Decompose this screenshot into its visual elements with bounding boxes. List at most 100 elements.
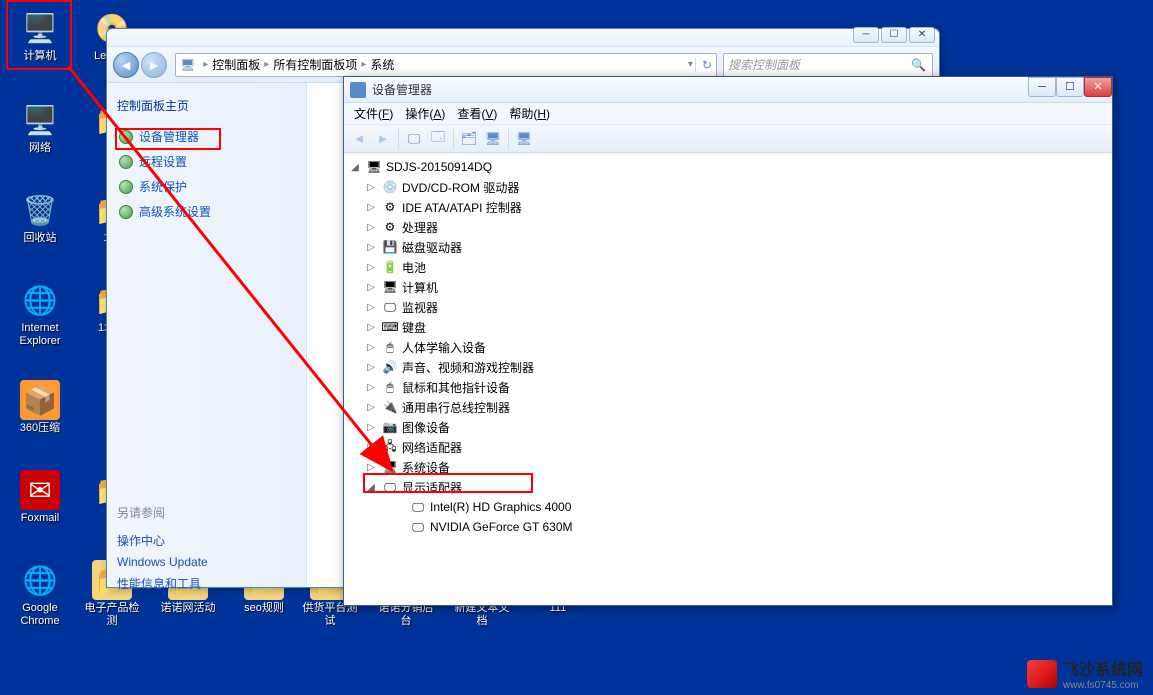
gpu-icon: 🖵 — [410, 520, 426, 534]
cp-sidebar: 控制面板主页 设备管理器远程设置系统保护高级系统设置 另请参阅 操作中心Wind… — [107, 83, 307, 587]
tree-node[interactable]: ▷🖥计算机 — [344, 277, 1112, 297]
tree-node[interactable]: ▷🔊声音、视频和游戏控制器 — [344, 357, 1112, 377]
close-button[interactable]: ✕ — [1084, 77, 1112, 97]
expand-icon[interactable]: ▷ — [364, 182, 378, 193]
shield-icon — [119, 130, 133, 144]
tree-leaf-gpu[interactable]: 🖵NVIDIA GeForce GT 630M — [344, 517, 1112, 537]
shield-icon — [119, 205, 133, 219]
dm-titlebar[interactable]: 设备管理器 ─ ☐ ✕ — [344, 77, 1112, 103]
device-manager-window: 设备管理器 ─ ☐ ✕ 文件(F)操作(A)查看(V)帮助(H) ◄ ► 🖵 🗔… — [343, 76, 1113, 606]
tree-node[interactable]: ▷🔋电池 — [344, 257, 1112, 277]
shield-icon — [119, 180, 133, 194]
address-bar[interactable]: 🖥 ▸ 控制面板 ▸ 所有控制面板项 ▸ 系统 ▾ ↻ — [175, 53, 717, 77]
expand-icon[interactable]: ▷ — [364, 302, 378, 313]
shield-icon — [119, 155, 133, 169]
toolbar: ◄ ► 🖵 🗔 🗂 🖥 🖥 — [344, 125, 1112, 153]
cp-titlebar[interactable]: ─ ☐ ✕ — [107, 29, 939, 47]
device-icon: ⚙ — [382, 220, 398, 234]
device-icon: 🖱 — [382, 340, 398, 354]
expand-icon[interactable]: ▷ — [364, 362, 378, 373]
device-manager-icon — [350, 82, 366, 98]
see-also-heading: 另请参阅 — [117, 504, 296, 521]
collapse-icon[interactable]: ◢ — [364, 482, 378, 493]
sidebar-heading: 控制面板主页 — [117, 97, 296, 114]
desktop-icon[interactable]: 📦360压缩 — [10, 380, 70, 435]
tree-node[interactable]: ▷💾磁盘驱动器 — [344, 237, 1112, 257]
watermark: 飞沙系统网 www.fs0745.com — [1027, 656, 1143, 691]
scan-hardware-button[interactable]: 🖥 — [482, 128, 504, 150]
sidebar-item[interactable]: 远程设置 — [117, 149, 296, 174]
minimize-button[interactable]: ─ — [1028, 77, 1056, 97]
device-icon: 🖥 — [382, 280, 398, 294]
desktop-icon[interactable]: ✉Foxmail — [10, 470, 70, 525]
expand-icon[interactable]: ▷ — [364, 382, 378, 393]
desktop-icon[interactable]: 🌐GoogleChrome — [10, 560, 70, 628]
see-also-link[interactable]: 操作中心 — [117, 529, 296, 552]
device-tree: ◢ 🖥 SDJS-20150914DQ ▷💿DVD/CD-ROM 驱动器▷⚙ID… — [344, 153, 1112, 603]
expand-icon[interactable]: ▷ — [364, 462, 378, 473]
expand-icon[interactable]: ▷ — [364, 222, 378, 233]
close-button[interactable]: ✕ — [909, 27, 935, 43]
collapse-icon[interactable]: ◢ — [348, 162, 362, 173]
maximize-button[interactable]: ☐ — [1056, 77, 1084, 97]
properties-button[interactable]: 🗔 — [427, 128, 449, 150]
watermark-logo-icon — [1027, 660, 1057, 688]
desktop-icon[interactable]: 🌐InternetExplorer — [10, 280, 70, 348]
expand-icon[interactable]: ▷ — [364, 262, 378, 273]
expand-icon[interactable]: ▷ — [364, 442, 378, 453]
back-button[interactable]: ◄ — [113, 52, 139, 78]
expand-icon[interactable]: ▷ — [364, 422, 378, 433]
device-icon: ⌨ — [382, 320, 398, 334]
tree-node[interactable]: ▷🖧网络适配器 — [344, 437, 1112, 457]
tree-node[interactable]: ▷🖱鼠标和其他指针设备 — [344, 377, 1112, 397]
breadcrumb[interactable]: 所有控制面板项 — [273, 56, 357, 73]
breadcrumb[interactable]: 控制面板 — [212, 56, 260, 73]
breadcrumb[interactable]: 系统 — [370, 56, 394, 73]
menu-item[interactable]: 帮助(H) — [503, 105, 556, 122]
tree-node[interactable]: ▷📷图像设备 — [344, 417, 1112, 437]
scan-button[interactable]: 🗂 — [458, 128, 480, 150]
tree-root[interactable]: ◢ 🖥 SDJS-20150914DQ — [344, 157, 1112, 177]
sidebar-item[interactable]: 设备管理器 — [117, 124, 296, 149]
tree-leaf-gpu[interactable]: 🖵Intel(R) HD Graphics 4000 — [344, 497, 1112, 517]
tree-node[interactable]: ▷💿DVD/CD-ROM 驱动器 — [344, 177, 1112, 197]
desktop-icon[interactable]: 🗑️回收站 — [10, 190, 70, 245]
see-also-link[interactable]: Windows Update — [117, 552, 296, 572]
tree-node[interactable]: ▷🖵监视器 — [344, 297, 1112, 317]
tree-node[interactable]: ▷⚙处理器 — [344, 217, 1112, 237]
help-button[interactable]: 🖥 — [513, 128, 535, 150]
device-icon: 💿 — [382, 180, 398, 194]
show-hidden-button[interactable]: 🖵 — [403, 128, 425, 150]
see-also-link[interactable]: 性能信息和工具 — [117, 572, 296, 595]
tree-node[interactable]: ▷⚙IDE ATA/ATAPI 控制器 — [344, 197, 1112, 217]
expand-icon[interactable]: ▷ — [364, 282, 378, 293]
device-icon: 🔊 — [382, 360, 398, 374]
desktop-icon[interactable]: 🖥️网络 — [10, 100, 70, 155]
expand-icon[interactable]: ▷ — [364, 202, 378, 213]
menu-item[interactable]: 操作(A) — [399, 105, 451, 122]
tree-node[interactable]: ▷🖱人体学输入设备 — [344, 337, 1112, 357]
sidebar-item[interactable]: 系统保护 — [117, 174, 296, 199]
tree-node[interactable]: ▷🔌通用串行总线控制器 — [344, 397, 1112, 417]
expand-icon[interactable]: ▷ — [364, 322, 378, 333]
minimize-button[interactable]: ─ — [853, 27, 879, 43]
desktop-icon[interactable]: 🖥️计算机 — [10, 8, 70, 63]
forward-button[interactable]: ► — [372, 128, 394, 150]
tree-node[interactable]: ▷⌨键盘 — [344, 317, 1112, 337]
expand-icon[interactable]: ▷ — [364, 402, 378, 413]
tree-node[interactable]: ▷🖥系统设备 — [344, 457, 1112, 477]
gpu-icon: 🖵 — [410, 500, 426, 514]
back-button[interactable]: ◄ — [348, 128, 370, 150]
search-input[interactable]: 搜索控制面板 🔍 — [723, 53, 933, 77]
window-title: 设备管理器 — [372, 81, 432, 98]
forward-button[interactable]: ► — [141, 52, 167, 78]
device-icon: 🖵 — [382, 300, 398, 314]
computer-icon: 🖥 — [366, 160, 382, 174]
sidebar-item[interactable]: 高级系统设置 — [117, 199, 296, 224]
expand-icon[interactable]: ▷ — [364, 242, 378, 253]
maximize-button[interactable]: ☐ — [881, 27, 907, 43]
menu-item[interactable]: 文件(F) — [348, 105, 399, 122]
expand-icon[interactable]: ▷ — [364, 342, 378, 353]
menu-item[interactable]: 查看(V) — [451, 105, 503, 122]
tree-node-display-adapters[interactable]: ◢ 🖵 显示适配器 — [344, 477, 1112, 497]
